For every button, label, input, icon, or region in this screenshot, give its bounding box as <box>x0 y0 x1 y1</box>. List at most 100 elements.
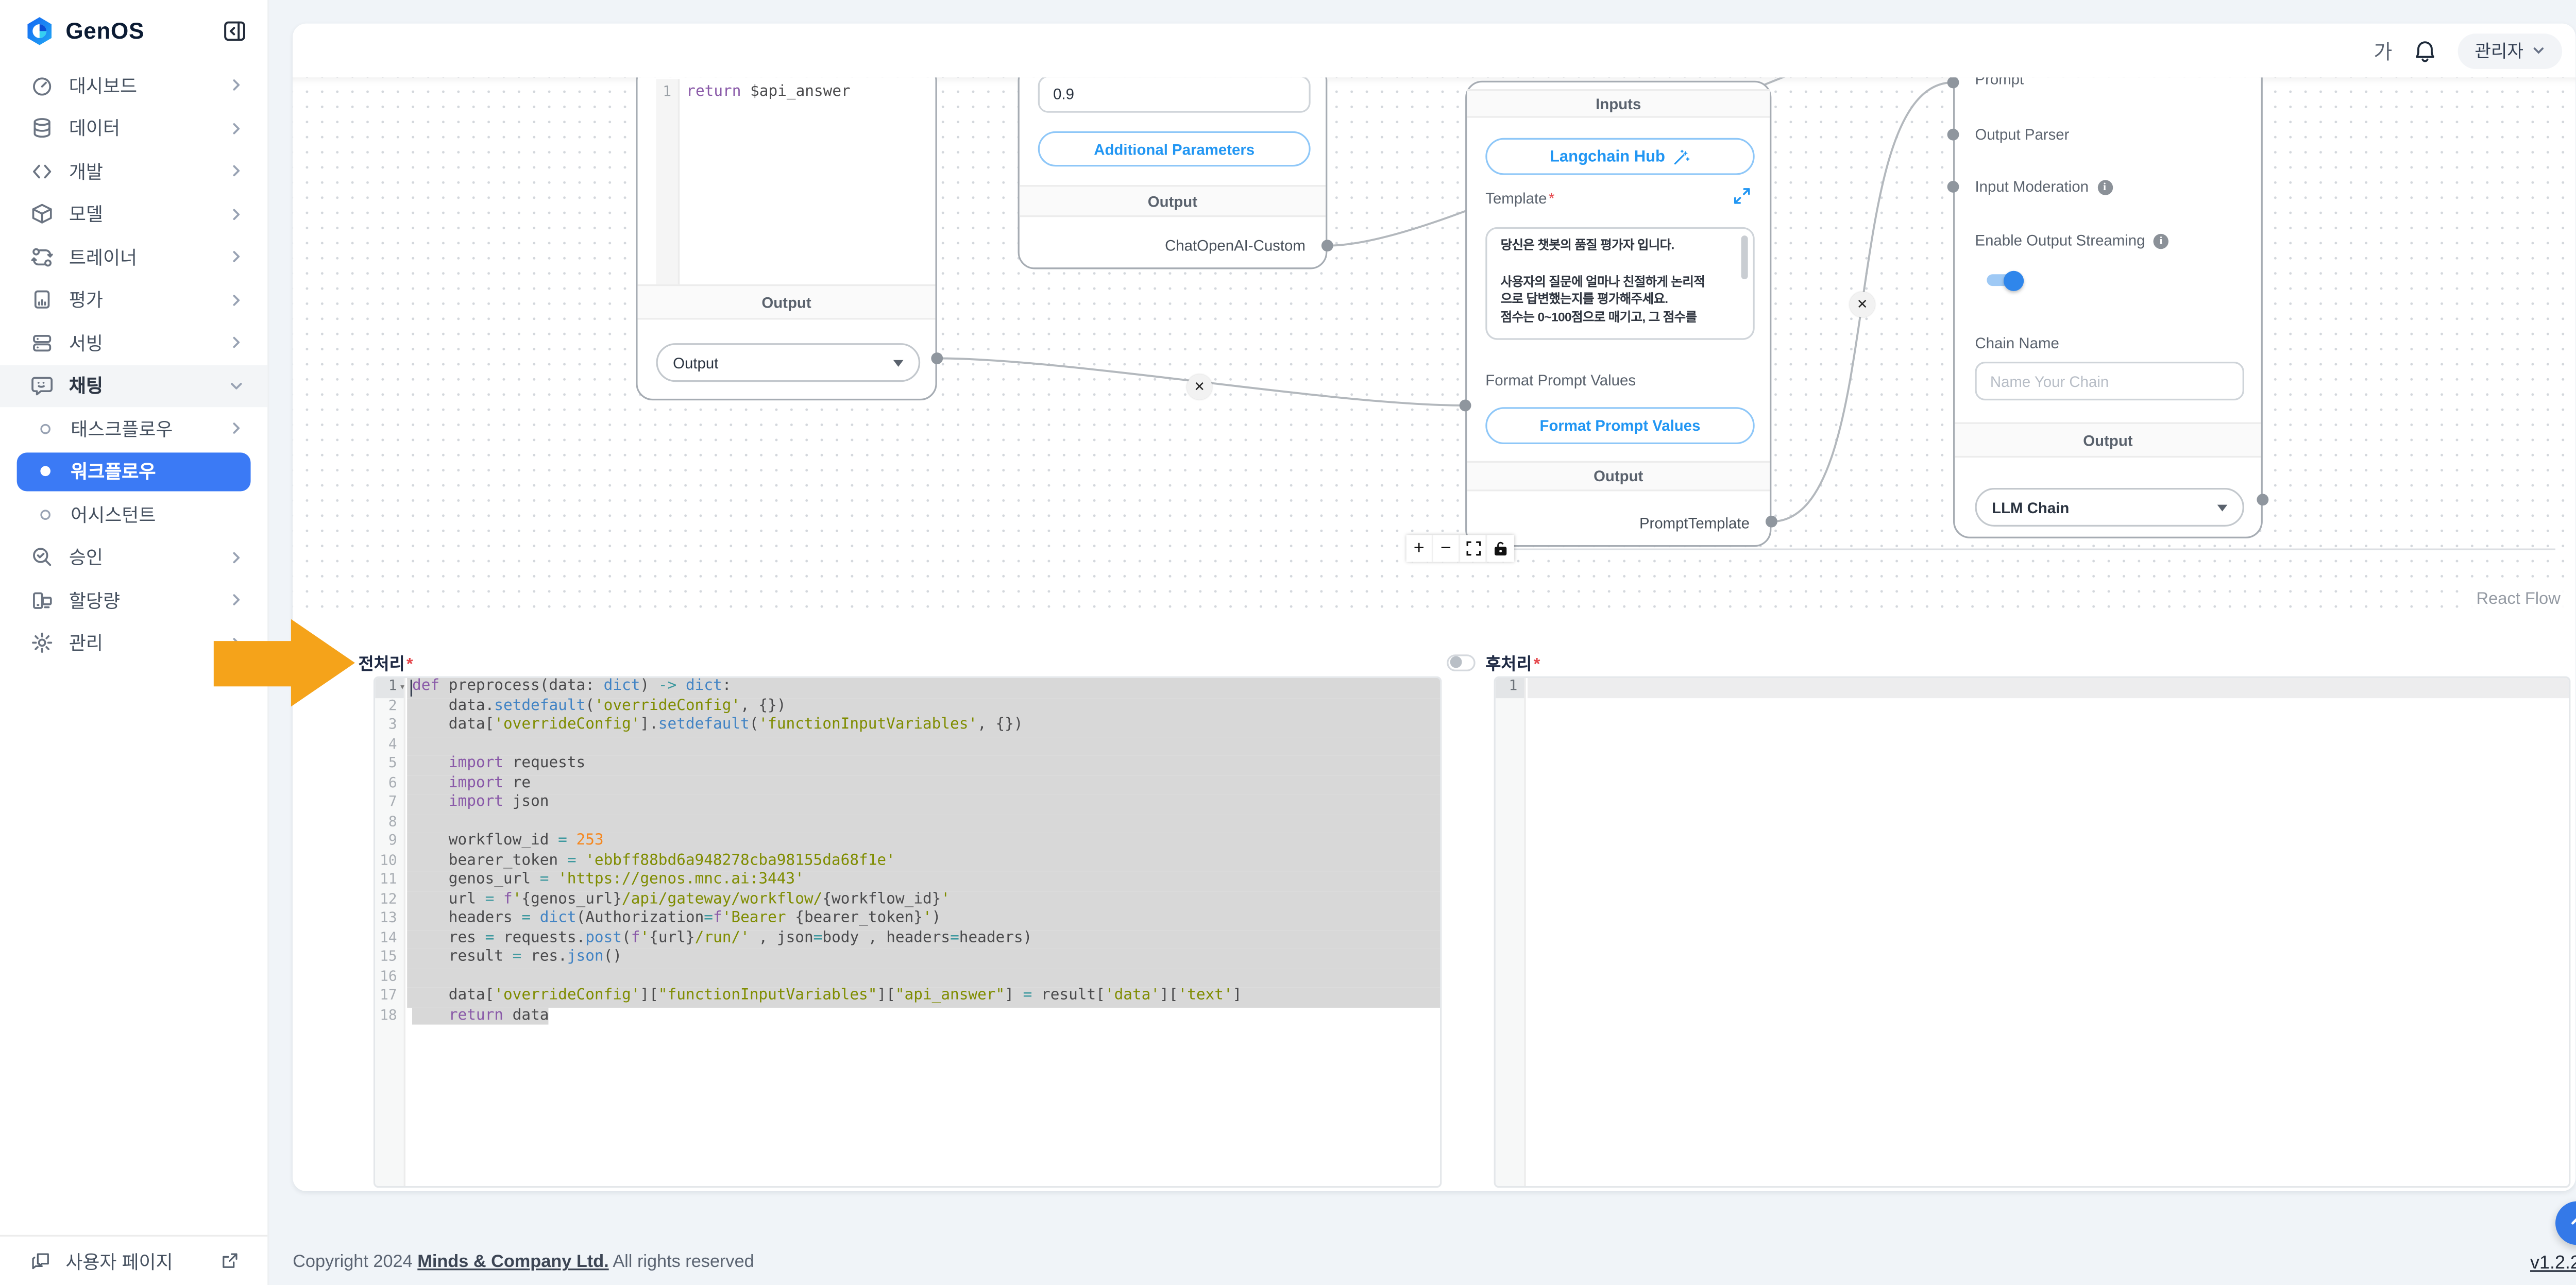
function-output-header: Output <box>638 284 936 320</box>
chain-name-input[interactable]: Name Your Chain <box>1975 362 2244 400</box>
edge-delete-button[interactable]: ✕ <box>1187 375 1212 400</box>
trainer-icon <box>30 245 54 269</box>
node-llm-chain[interactable]: Prompt Output Parser Input Moderationi E… <box>1953 77 2263 538</box>
chevron-right-icon <box>229 249 244 264</box>
approve-icon <box>30 546 54 569</box>
langchain-hub-button[interactable]: Langchain Hub <box>1485 138 1754 175</box>
sidebar-item-chatting[interactable]: 채팅 <box>0 364 267 407</box>
sidebar-item-label: 채팅 <box>69 372 229 399</box>
function-code-line: return $api_answer <box>686 84 851 101</box>
handle-chain-parser-input[interactable] <box>1947 129 1959 141</box>
active-line-highlight <box>1528 678 2569 698</box>
handle-prompt-output[interactable] <box>1766 516 1777 528</box>
handle-function-output[interactable] <box>931 352 943 364</box>
app-logo-text: GenOS <box>65 18 222 43</box>
zoom-in-button[interactable]: + <box>1406 535 1433 562</box>
user-menu-button[interactable]: 관리자 <box>2458 33 2562 69</box>
chevron-right-icon <box>229 550 244 565</box>
sidebar-item-label: 데이터 <box>69 115 229 142</box>
node-chat-model[interactable]: 0.9 Additional Parameters Output ChatOpe… <box>1018 77 1328 269</box>
postprocess-gutter: 1 <box>1496 678 1526 1186</box>
template-textarea[interactable]: 당신은 챗봇의 품질 평가자 입니다.사용자의 질문에 얼마나 친절하게 논리적… <box>1485 227 1754 340</box>
function-output-select[interactable]: Output <box>656 343 920 382</box>
handle-prompt-input[interactable] <box>1460 400 1471 412</box>
sidebar-item-evaluation[interactable]: 평가 <box>0 278 267 321</box>
textarea-scrollbar-thumb[interactable] <box>1741 235 1748 279</box>
sidebar-item-label: 대시보드 <box>69 72 229 99</box>
bullet-icon <box>40 424 50 434</box>
prompt-input-label: Prompt <box>1975 77 2024 88</box>
postprocess-code-editor[interactable]: 1 <box>1494 677 2571 1188</box>
select-caret-icon <box>893 359 904 366</box>
bell-icon[interactable] <box>2413 38 2438 63</box>
sidebar-item-data[interactable]: 데이터 <box>0 107 267 149</box>
format-prompt-values-button[interactable]: Format Prompt Values <box>1485 407 1754 444</box>
function-code-editor[interactable]: 1 return $api_answer <box>656 79 920 284</box>
preprocess-toggle[interactable] <box>319 654 348 671</box>
sidebar-item-develop[interactable]: 개발 <box>0 150 267 193</box>
sidebar-item-label: 평가 <box>69 286 229 313</box>
sidebar: GenOS 대시보드데이터개발모델트레이너평가서빙채팅태스크플로우워크플로우어시… <box>0 0 269 1285</box>
chain-output-select[interactable]: LLM Chain <box>1975 488 2244 527</box>
chain-name-label: Chain Name <box>1975 335 2059 352</box>
handle-chain-moderation-input[interactable] <box>1947 181 1959 193</box>
sidebar-item-label: 어시스턴트 <box>71 501 244 528</box>
copyright-text: Copyright 2024 Minds & Company Ltd. All … <box>293 1252 754 1272</box>
format-prompt-values-label: Format Prompt Values <box>1485 372 1636 389</box>
sidebar-item-label: 할당량 <box>69 587 229 614</box>
handle-chat-model-output[interactable] <box>1321 240 1333 251</box>
company-link[interactable]: Minds & Company Ltd. <box>417 1252 608 1272</box>
chevron-down-icon <box>229 378 244 393</box>
fit-view-button[interactable] <box>1460 535 1487 562</box>
preprocess-code-editor[interactable]: 1▾23456789101112131415161718 def preproc… <box>374 677 1442 1188</box>
version-link[interactable]: v1.2.2 <box>2530 1254 2576 1274</box>
sidebar-item-trainer[interactable]: 트레이너 <box>0 235 267 278</box>
sidebar-item-taskflow[interactable]: 태스크플로우 <box>0 407 267 450</box>
sidebar-collapse-icon[interactable] <box>222 18 247 43</box>
select-caret-icon <box>2217 504 2228 511</box>
info-icon[interactable]: i <box>2154 233 2168 248</box>
postprocess-label: 후처리* <box>1485 649 1540 674</box>
postprocess-toggle[interactable] <box>1447 654 1476 671</box>
info-icon[interactable]: i <box>2097 179 2112 194</box>
font-size-button[interactable]: 가 <box>2374 36 2392 65</box>
temperature-input[interactable]: 0.9 <box>1038 77 1311 113</box>
user-menu-label: 관리자 <box>2475 38 2523 63</box>
sidebar-item-label: 트레이너 <box>69 244 229 270</box>
text-cursor <box>411 680 412 697</box>
chevron-right-icon <box>229 78 244 93</box>
sidebar-item-approval[interactable]: 승인 <box>0 536 267 579</box>
sidebar-item-workflow[interactable]: 워크플로우 <box>17 452 251 492</box>
sidebar-item-admin[interactable]: 관리 <box>0 622 267 665</box>
postprocess-toggle-row: 후처리* <box>1447 649 1540 674</box>
user-page-label: 사용자 페이지 <box>65 1247 218 1274</box>
chevron-right-icon <box>229 292 244 307</box>
sidebar-footer-user-page[interactable]: 사용자 페이지 <box>0 1235 267 1285</box>
sidebar-item-label: 워크플로우 <box>71 458 227 485</box>
chevron-right-icon <box>229 421 244 436</box>
scroll-to-top-button[interactable] <box>2555 1201 2576 1245</box>
chevron-down-icon <box>2532 44 2545 57</box>
node-custom-function[interactable]: 1 return $api_answer Output Output <box>636 77 937 400</box>
sidebar-item-serving[interactable]: 서빙 <box>0 322 267 364</box>
gauge-icon <box>30 74 54 97</box>
sidebar-menu: 대시보드데이터개발모델트레이너평가서빙채팅태스크플로우워크플로우어시스턴트승인할… <box>0 64 267 665</box>
sidebar-item-quota[interactable]: 할당량 <box>0 579 267 621</box>
node-prompt-template[interactable]: Inputs Langchain Hub Template* <box>1465 81 1771 547</box>
sidebar-item-model[interactable]: 모델 <box>0 193 267 235</box>
inputs-header: Inputs <box>1467 89 1770 118</box>
lock-button[interactable] <box>1487 535 1514 562</box>
sidebar-item-label: 관리 <box>69 630 229 656</box>
sidebar-item-assistant[interactable]: 어시스턴트 <box>0 493 267 536</box>
edge-delete-button[interactable]: ✕ <box>1850 292 1875 317</box>
expand-icon[interactable] <box>1733 187 1751 205</box>
workflow-canvas[interactable]: 1 return $api_answer Output Output 0.9 A… <box>293 77 2575 616</box>
handle-chain-output[interactable] <box>2257 494 2268 505</box>
output-streaming-toggle[interactable] <box>1985 271 2024 290</box>
sidebar-item-dashboard[interactable]: 대시보드 <box>0 64 267 107</box>
top-header: 가 관리자 <box>293 24 2575 77</box>
additional-parameters-button[interactable]: Additional Parameters <box>1038 131 1311 167</box>
chevron-right-icon <box>229 121 244 136</box>
zoom-out-button[interactable]: − <box>1433 535 1460 562</box>
chat-model-output-header: Output <box>1020 185 1326 217</box>
